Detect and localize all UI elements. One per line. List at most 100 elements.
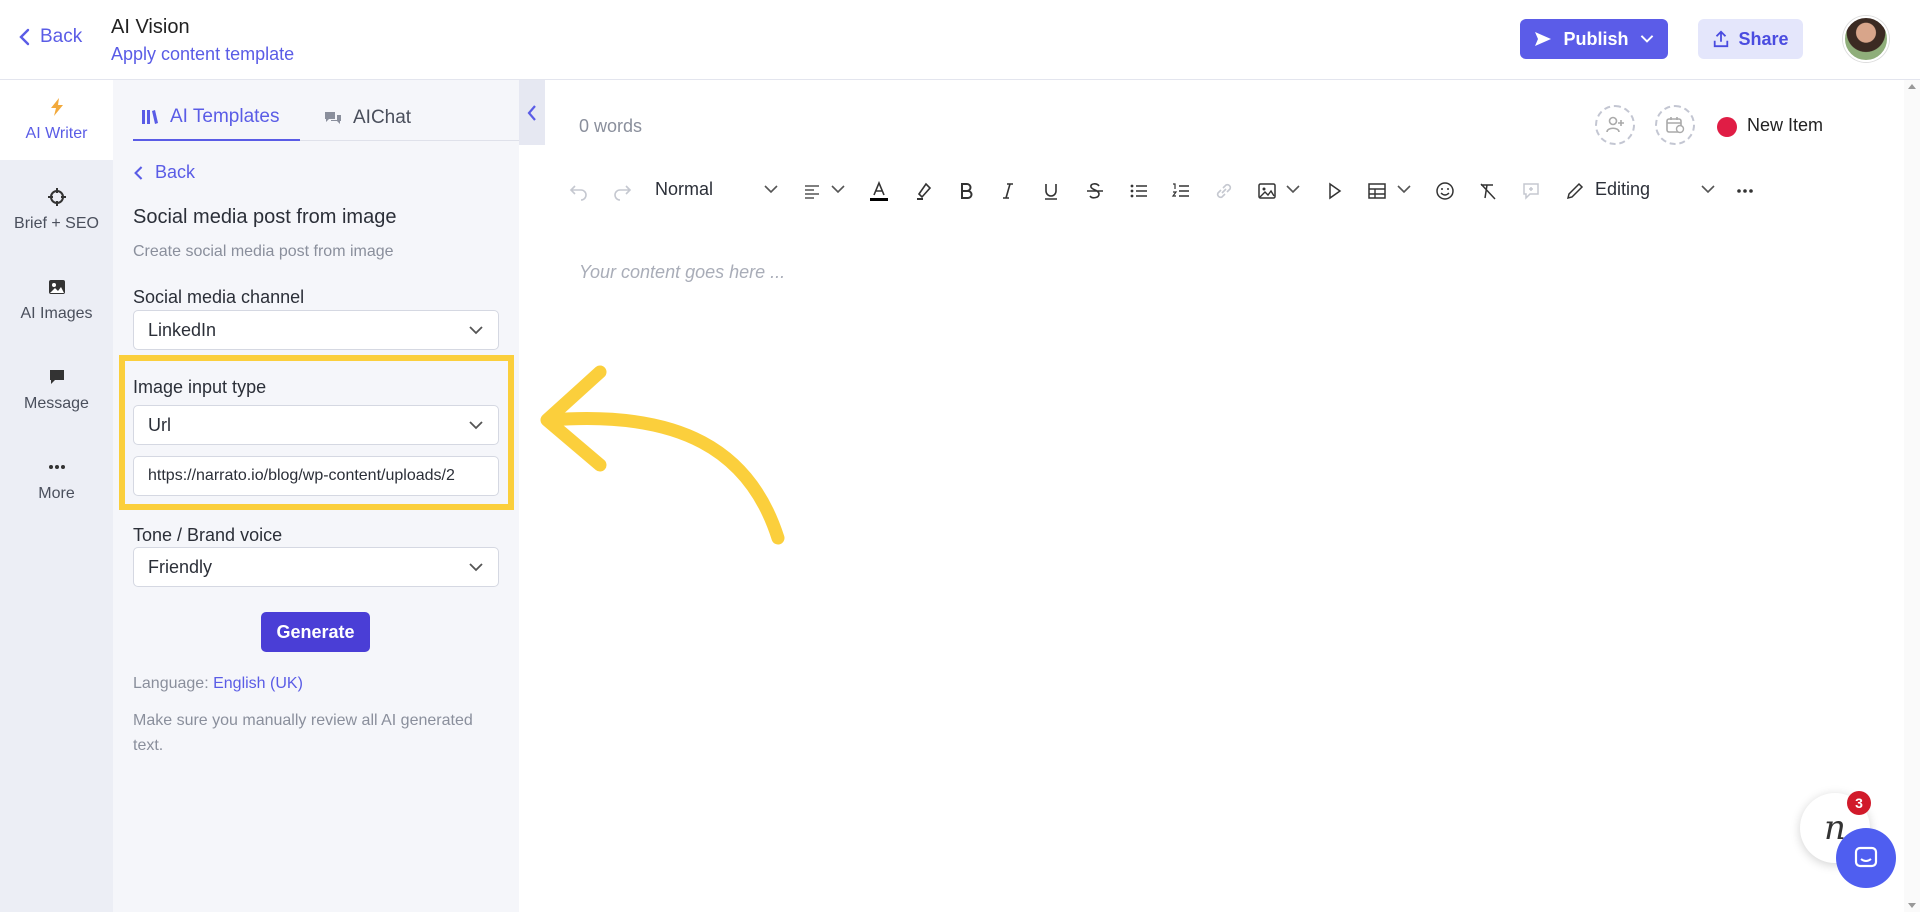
image-icon <box>1258 183 1276 199</box>
chevron-left-icon <box>527 104 536 121</box>
numbered-list-button[interactable] <box>1166 177 1196 205</box>
more-horizontal-icon <box>1737 189 1753 193</box>
send-icon <box>1535 32 1552 46</box>
pencil-icon <box>1566 182 1584 200</box>
publish-button[interactable]: Publish <box>1520 19 1668 59</box>
chevron-down-icon[interactable] <box>830 183 846 195</box>
highlight-box <box>119 355 514 510</box>
rail-item-ai-writer[interactable]: AI Writer <box>0 80 113 160</box>
panel-back-button[interactable]: Back <box>133 162 195 183</box>
editing-mode-select[interactable]: Editing <box>1595 179 1650 200</box>
insert-image-button[interactable] <box>1252 177 1282 205</box>
bullet-list-button[interactable] <box>1124 177 1154 205</box>
editor-placeholder[interactable]: Your content goes here ... <box>579 262 785 283</box>
more-icon <box>48 465 65 469</box>
image-icon <box>48 280 65 294</box>
align-left-icon <box>805 185 819 199</box>
comment-icon <box>1523 183 1539 200</box>
highlight-button[interactable] <box>908 177 938 205</box>
rail-item-more[interactable]: More <box>0 440 113 520</box>
channel-select[interactable]: LinkedIn <box>133 310 499 350</box>
rail-item-brief-seo[interactable]: Brief + SEO <box>0 170 113 250</box>
library-icon <box>142 110 158 124</box>
chevron-down-icon[interactable] <box>763 183 779 195</box>
annotation-arrow <box>540 365 785 545</box>
text-color-button[interactable] <box>864 177 894 205</box>
numbered-list-icon <box>1171 183 1189 197</box>
generate-button[interactable]: Generate <box>261 612 370 652</box>
redo-icon <box>614 185 632 201</box>
template-description: Create social media post from image <box>133 243 394 260</box>
text-color-icon <box>870 181 888 201</box>
chevron-down-icon[interactable] <box>1396 183 1412 195</box>
play-icon <box>1329 182 1342 200</box>
share-label: Share <box>1738 28 1789 49</box>
tone-value: Friendly <box>148 556 213 577</box>
channel-label: Social media channel <box>133 287 305 307</box>
insert-media-button[interactable] <box>1319 177 1349 205</box>
due-date-button[interactable] <box>1655 105 1695 145</box>
clear-format-button[interactable] <box>1473 177 1503 205</box>
chevron-down-icon[interactable] <box>1700 183 1716 195</box>
publish-label: Publish <box>1563 28 1629 49</box>
rail-item-label: Brief + SEO <box>14 215 99 232</box>
share-button[interactable]: Share <box>1698 19 1803 59</box>
scroll-down-arrow[interactable] <box>1908 903 1916 908</box>
chat-launcher-button[interactable] <box>1836 828 1896 888</box>
chevron-left-icon <box>134 165 143 180</box>
add-comment-button[interactable] <box>1516 177 1546 205</box>
language-line: Language: English (UK) <box>133 675 303 693</box>
italic-button[interactable] <box>993 177 1023 205</box>
underline-icon <box>1045 184 1057 200</box>
link-button[interactable] <box>1209 177 1239 205</box>
document-title: AI Vision <box>111 16 190 38</box>
link-icon <box>1216 183 1232 199</box>
user-avatar[interactable] <box>1843 16 1889 62</box>
tone-label: Tone / Brand voice <box>133 525 283 545</box>
italic-icon <box>1003 183 1013 199</box>
tab-aichat[interactable]: AIChat <box>323 95 411 141</box>
emoji-icon <box>1436 182 1454 200</box>
vertical-scrollbar[interactable] <box>1904 80 1920 912</box>
chevron-down-icon[interactable] <box>1285 183 1301 195</box>
bold-button[interactable] <box>951 177 981 205</box>
top-bar: Back AI Vision Apply content template Pu… <box>0 0 1920 80</box>
paragraph-style-select[interactable]: Normal <box>655 179 713 200</box>
insert-table-button[interactable] <box>1362 177 1392 205</box>
undo-icon <box>569 185 587 201</box>
strikethrough-icon <box>1087 183 1103 199</box>
align-button[interactable] <box>797 177 827 205</box>
chevron-down-icon <box>1640 35 1653 43</box>
underline-button[interactable] <box>1036 177 1066 205</box>
chevron-left-icon <box>19 28 30 46</box>
tab-ai-templates[interactable]: AI Templates <box>133 95 300 141</box>
back-button[interactable]: Back <box>18 26 82 48</box>
strikethrough-button[interactable] <box>1080 177 1110 205</box>
back-label: Back <box>40 26 83 47</box>
more-options-button[interactable] <box>1730 177 1760 205</box>
editing-mode-icon-button[interactable] <box>1560 177 1590 205</box>
chevron-down-icon <box>469 563 483 572</box>
add-user-icon <box>1606 116 1624 133</box>
disclaimer-text: Make sure you manually review all AI gen… <box>133 712 473 754</box>
bullet-list-icon <box>1130 184 1147 198</box>
rail-item-ai-images[interactable]: AI Images <box>0 260 113 340</box>
channel-value: LinkedIn <box>148 319 217 340</box>
language-link[interactable]: English (UK) <box>213 675 303 692</box>
undo-button[interactable] <box>564 177 594 205</box>
apply-template-link[interactable]: Apply content template <box>111 44 294 65</box>
status-label[interactable]: New Item <box>1747 115 1823 136</box>
emoji-button[interactable] <box>1430 177 1460 205</box>
scroll-up-arrow[interactable] <box>1908 84 1916 89</box>
rail-item-message[interactable]: Message <box>0 350 113 430</box>
assign-user-button[interactable] <box>1595 105 1635 145</box>
collapse-panel-button[interactable] <box>519 80 545 145</box>
chevron-down-icon <box>469 326 483 335</box>
bold-icon <box>961 183 973 199</box>
redo-button[interactable] <box>607 177 637 205</box>
tone-select[interactable]: Friendly <box>133 547 499 587</box>
table-icon <box>1368 183 1386 199</box>
calendar-icon <box>1666 117 1685 134</box>
tab-label: AI Templates <box>170 106 280 127</box>
chat-bubbles-icon <box>325 112 341 124</box>
